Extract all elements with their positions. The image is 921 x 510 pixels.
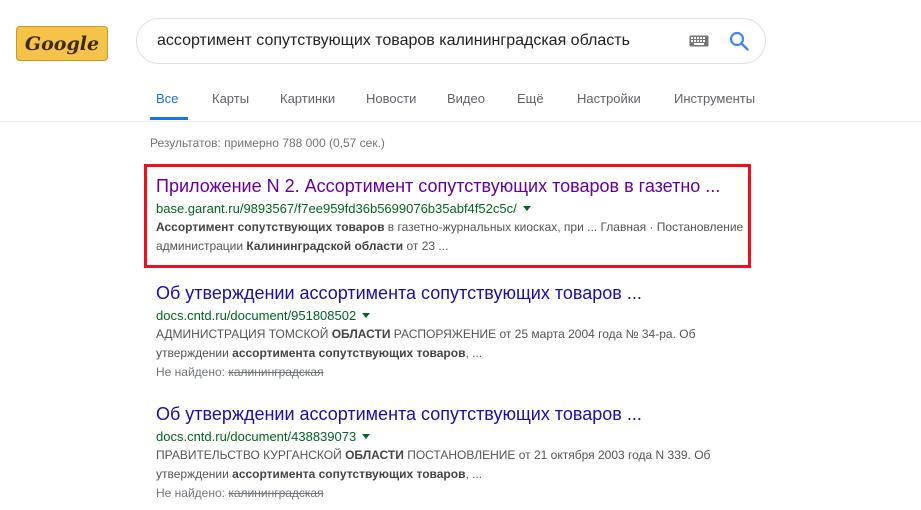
snippet-bold-text: Калининградской области (246, 239, 404, 253)
missing-term: калининградская (228, 365, 324, 379)
tab-all[interactable]: Все (156, 91, 178, 106)
search-result-2: Об утверждении ассортимента сопутствующи… (156, 282, 756, 382)
search-tabs: Все Карты Картинки Новости Видео Ещё Нас… (0, 84, 921, 122)
missing-label: Не найдено: (156, 486, 225, 500)
tab-settings[interactable]: Настройки (577, 91, 641, 106)
keyboard-icon[interactable] (689, 35, 709, 47)
chevron-down-icon[interactable] (362, 434, 371, 439)
result-snippet: АДМИНИСТРАЦИЯ ТОМСКОЙ ОБЛАСТИ РАСПОРЯЖЕН… (156, 325, 756, 363)
snippet-bold-text: Ассортимент сопутствующих товаров (156, 220, 385, 234)
search-result-1: Приложение N 2. Ассортимент сопутствующи… (156, 175, 756, 256)
snippet-bold-text: ассортимента сопутствующих товаров (232, 346, 466, 360)
missing-terms: Не найдено: калининградская (156, 363, 756, 382)
active-tab-indicator (150, 117, 188, 120)
tab-tools[interactable]: Инструменты (674, 91, 755, 106)
search-input[interactable] (157, 19, 677, 63)
snippet-text: , ... (465, 346, 483, 360)
result-snippet: ПРАВИТЕЛЬСТВО КУРГАНСКОЙ ОБЛАСТИ ПОСТАНО… (156, 446, 756, 484)
logo-text: Google (24, 32, 100, 55)
search-result-3: Об утверждении ассортимента сопутствующи… (156, 403, 756, 503)
snippet-bold-text: ОБЛАСТИ (331, 327, 391, 341)
snippet-text: АДМИНИСТРАЦИЯ ТОМСКОЙ (156, 327, 332, 341)
result-snippet: Ассортимент сопутствующих товаров в газе… (156, 218, 756, 256)
google-doodle-logo[interactable]: Google (16, 26, 108, 61)
missing-label: Не найдено: (156, 365, 225, 379)
missing-term: калининградская (228, 486, 324, 500)
result-url: docs.cntd.ru/document/951808502 (156, 307, 357, 323)
snippet-text: , ... (465, 467, 483, 481)
result-url: docs.cntd.ru/document/438839073 (156, 428, 357, 444)
tab-maps[interactable]: Карты (212, 91, 249, 106)
result-url: base.garant.ru/9893567/f7ee959fd36b56990… (156, 200, 517, 216)
search-box[interactable] (136, 18, 766, 64)
snippet-bold-text: ассортимента сопутствующих товаров (232, 467, 466, 481)
result-title-link[interactable]: Приложение N 2. Ассортимент сопутствующи… (156, 175, 756, 197)
tab-video[interactable]: Видео (447, 91, 485, 106)
snippet-text: ПРАВИТЕЛЬСТВО КУРГАНСКОЙ (156, 448, 346, 462)
chevron-down-icon[interactable] (522, 206, 531, 211)
snippet-text: от 23 ... (403, 239, 449, 253)
tab-more[interactable]: Ещё (517, 91, 544, 106)
chevron-down-icon[interactable] (362, 313, 371, 318)
search-icon[interactable] (729, 31, 749, 51)
missing-terms: Не найдено: калининградская (156, 484, 756, 503)
result-title-link[interactable]: Об утверждении ассортимента сопутствующи… (156, 403, 756, 425)
tab-images[interactable]: Картинки (280, 91, 335, 106)
result-stats: Результатов: примерно 788 000 (0,57 сек.… (150, 136, 385, 150)
snippet-bold-text: ОБЛАСТИ (345, 448, 404, 462)
result-title-link[interactable]: Об утверждении ассортимента сопутствующи… (156, 282, 756, 304)
tab-news[interactable]: Новости (366, 91, 416, 106)
